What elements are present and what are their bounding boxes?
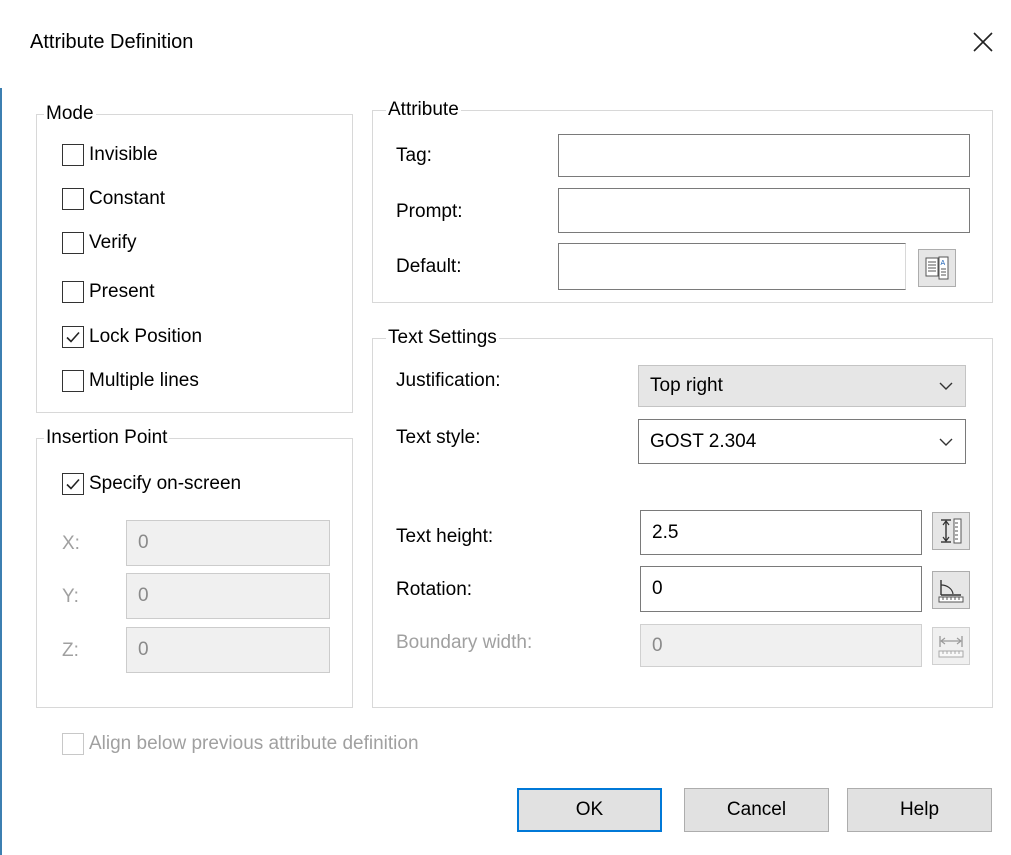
tag-label: Tag:: [396, 145, 432, 166]
svg-text:A: A: [941, 260, 946, 267]
specify-on-screen-checkbox-row[interactable]: Specify on-screen: [62, 473, 241, 495]
pick-width-button[interactable]: [932, 627, 970, 665]
present-label: Present: [89, 281, 155, 302]
y-input[interactable]: 0: [126, 573, 330, 619]
insert-field-button[interactable]: A: [918, 249, 956, 287]
default-input[interactable]: [558, 243, 906, 290]
cancel-button[interactable]: Cancel: [684, 788, 829, 832]
align-below-checkbox-row[interactable]: Align below previous attribute definitio…: [62, 733, 419, 755]
present-checkbox-row[interactable]: Present: [62, 281, 154, 303]
lock-position-checkbox-row[interactable]: Lock Position: [62, 326, 202, 348]
chevron-down-icon: [939, 438, 953, 446]
text-settings-group-label: Text Settings: [386, 327, 499, 349]
multiple-lines-label: Multiple lines: [89, 370, 199, 391]
x-label: X:: [62, 533, 80, 554]
lock-position-checkbox[interactable]: [62, 326, 84, 348]
insertion-point-group-label: Insertion Point: [44, 427, 170, 449]
boundary-width-label: Boundary width:: [396, 632, 533, 653]
justification-select[interactable]: Top right: [638, 365, 966, 407]
ok-button[interactable]: OK: [517, 788, 662, 832]
prompt-label: Prompt:: [396, 201, 463, 222]
attribute-definition-dialog: Attribute Definition Mode Invisible Cons…: [0, 0, 1011, 855]
constant-label: Constant: [89, 188, 166, 209]
specify-on-screen-label: Specify on-screen: [89, 473, 242, 494]
tag-input[interactable]: [558, 134, 970, 177]
rotation-label: Rotation:: [396, 579, 473, 600]
text-style-label: Text style:: [396, 427, 481, 448]
pick-rotation-button[interactable]: [932, 571, 970, 609]
justification-value: Top right: [650, 375, 723, 396]
present-checkbox[interactable]: [62, 281, 84, 303]
text-height-input[interactable]: 2.5: [640, 510, 922, 555]
default-label: Default:: [396, 256, 462, 277]
close-icon: [973, 32, 993, 52]
y-label: Y:: [62, 586, 79, 607]
constant-checkbox[interactable]: [62, 188, 84, 210]
lock-position-label: Lock Position: [89, 326, 203, 347]
verify-label: Verify: [89, 232, 137, 253]
chevron-down-icon: [939, 382, 953, 390]
verify-checkbox[interactable]: [62, 232, 84, 254]
x-input[interactable]: 0: [126, 520, 330, 566]
title-bar: Attribute Definition: [0, 0, 1011, 88]
text-style-select[interactable]: GOST 2.304: [638, 419, 966, 464]
invisible-label: Invisible: [89, 144, 158, 165]
align-below-label: Align below previous attribute definitio…: [89, 733, 419, 754]
pick-height-button[interactable]: [932, 512, 970, 550]
pick-width-icon: [938, 636, 964, 658]
constant-checkbox-row[interactable]: Constant: [62, 188, 165, 210]
z-label: Z:: [62, 640, 79, 661]
checkmark-icon: [66, 331, 80, 343]
specify-on-screen-checkbox[interactable]: [62, 473, 84, 495]
invisible-checkbox-row[interactable]: Invisible: [62, 144, 158, 166]
insert-field-icon: A: [925, 256, 949, 280]
multiple-lines-checkbox-row[interactable]: Multiple lines: [62, 370, 199, 392]
pick-rotation-icon: [938, 580, 964, 603]
checkmark-icon: [66, 478, 80, 490]
pick-height-icon: [941, 518, 962, 544]
z-input[interactable]: 0: [126, 627, 330, 673]
justification-label: Justification:: [396, 370, 501, 391]
boundary-width-input[interactable]: 0: [640, 624, 922, 667]
close-button[interactable]: [963, 22, 1003, 62]
mode-group-label: Mode: [44, 103, 96, 125]
text-height-label: Text height:: [396, 526, 494, 547]
attribute-group-label: Attribute: [386, 99, 461, 121]
window-edge: [0, 0, 2, 855]
text-style-value: GOST 2.304: [650, 430, 757, 452]
align-below-checkbox[interactable]: [62, 733, 84, 755]
dialog-title: Attribute Definition: [30, 31, 194, 53]
rotation-input[interactable]: 0: [640, 566, 922, 612]
help-button[interactable]: Help: [847, 788, 992, 832]
verify-checkbox-row[interactable]: Verify: [62, 232, 137, 254]
multiple-lines-checkbox[interactable]: [62, 370, 84, 392]
invisible-checkbox[interactable]: [62, 144, 84, 166]
prompt-input[interactable]: [558, 188, 970, 233]
